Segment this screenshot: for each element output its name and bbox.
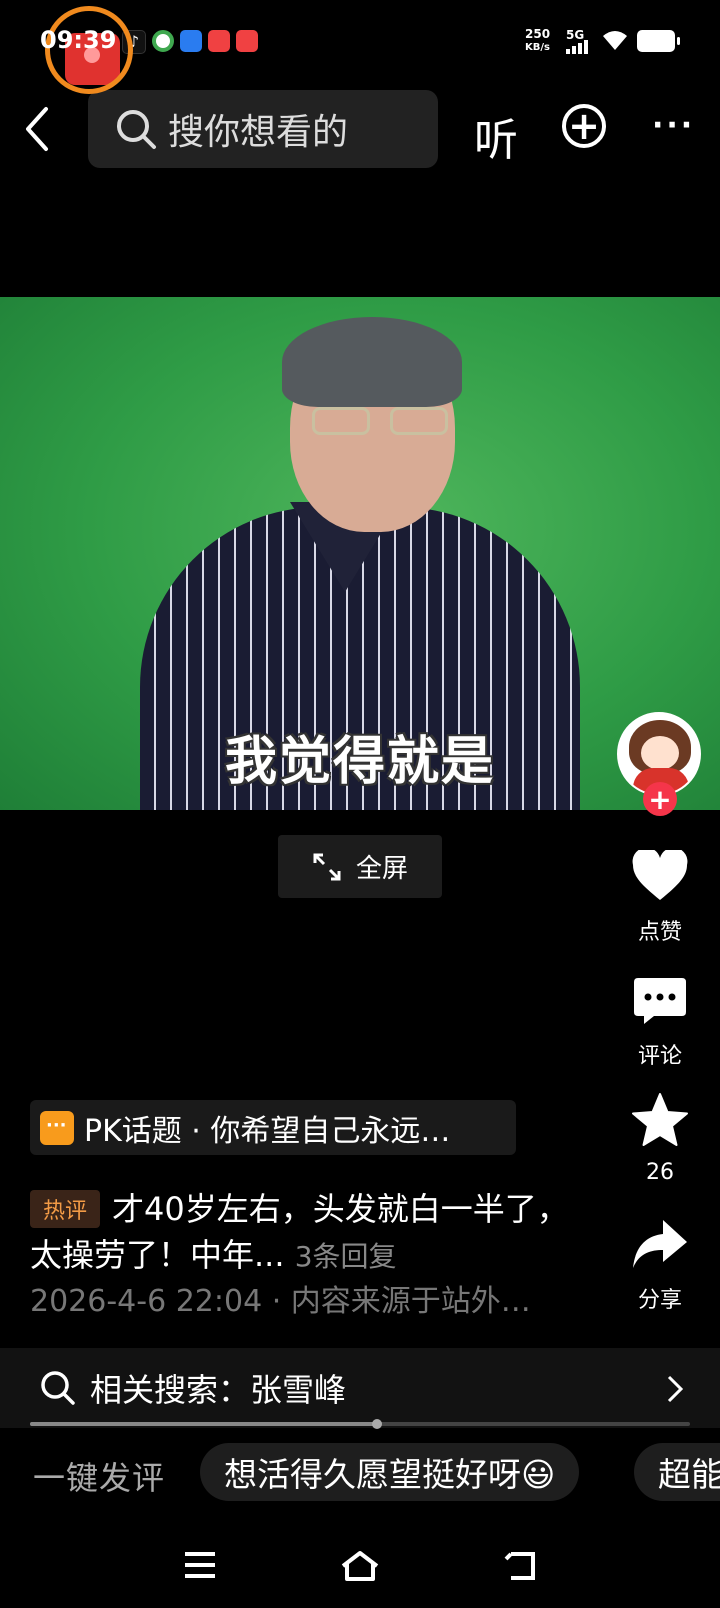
star-icon [632,1093,688,1146]
hot-comment-tag: 热评 [30,1190,100,1228]
topic-text: PK话题 · 你希望自己永远… [84,1113,451,1149]
toutiao-icon [208,30,230,52]
recycle-app-icon [152,30,174,52]
add-icon[interactable]: + [562,104,606,148]
battery-icon [637,30,680,52]
net-speed: 250 KB/s [525,28,550,54]
heart-icon [632,847,688,900]
wifi-icon [600,28,630,56]
comment-button[interactable]: 评论 [622,976,698,1070]
video-progress-fill [30,1422,377,1426]
chat-bubble-icon [40,1110,74,1145]
net-speed-value: 250 [525,27,551,41]
quick-comment-chip[interactable]: 想活得久愿望挺好呀😃 [200,1443,580,1501]
menu-icon [185,1552,215,1578]
share-icon [633,1220,687,1268]
home-nav-button[interactable] [340,1550,380,1586]
search-placeholder: 搜你想看的 [168,112,349,153]
home-icon [341,1551,379,1581]
related-search-label: 相关搜索：张雪峰 [90,1371,347,1409]
like-label: 点赞 [637,920,682,945]
video-person-glasses [312,407,462,437]
blue-app-icon [180,30,202,52]
quick-comment-chip[interactable]: 超能 [634,1443,720,1501]
favorite-button[interactable]: 26 [622,1092,698,1185]
video-player[interactable]: 我觉得就是 [0,297,720,810]
video-subtitle: 我觉得就是 [224,732,495,792]
more-options-icon[interactable]: ··· [652,108,695,143]
notification-icons: ♪ [122,30,258,54]
search-icon [117,110,156,149]
favorite-count: 26 [646,1160,674,1185]
search-icon [41,1371,75,1405]
video-person-hair [282,317,462,407]
follow-button[interactable]: + [643,782,677,816]
quick-comment-label: 一键发评 [33,1459,166,1497]
hot-comment[interactable]: 才40岁左右，头发就白一半了，太操劳了！中年... 3条回复 [30,1186,590,1280]
related-search-bar[interactable]: 相关搜索：张雪峰 [0,1348,720,1428]
toutiao-icon [236,30,258,52]
back-button[interactable] [22,106,52,156]
menu-nav-button[interactable] [183,1550,217,1584]
share-label: 分享 [637,1288,682,1313]
reply-count[interactable]: 3条回复 [295,1240,397,1273]
topic-banner[interactable]: PK话题 · 你希望自己永远… [30,1100,516,1155]
like-button[interactable]: 点赞 [622,847,698,946]
fullscreen-label: 全屏 [355,854,408,884]
listen-button[interactable]: 听 [474,104,518,168]
video-progress-knob[interactable] [371,1419,382,1429]
video-progress-bar[interactable] [30,1419,690,1429]
signal-icon [566,40,588,54]
search-input[interactable]: 搜你想看的 [88,90,438,168]
net-speed-unit: KB/s [525,42,551,53]
chevron-right-icon [667,1375,684,1403]
share-button[interactable]: 分享 [622,1218,698,1314]
status-time: 09:39 [40,26,117,54]
return-icon [504,1552,535,1580]
expand-icon [313,853,341,880]
back-nav-button[interactable] [503,1550,539,1586]
post-meta: 2026-4-6 22:04 · 内容来源于站外… [30,1284,531,1319]
comment-label: 评论 [637,1044,682,1069]
comment-icon [634,978,686,1024]
fullscreen-button[interactable]: 全屏 [278,835,442,898]
